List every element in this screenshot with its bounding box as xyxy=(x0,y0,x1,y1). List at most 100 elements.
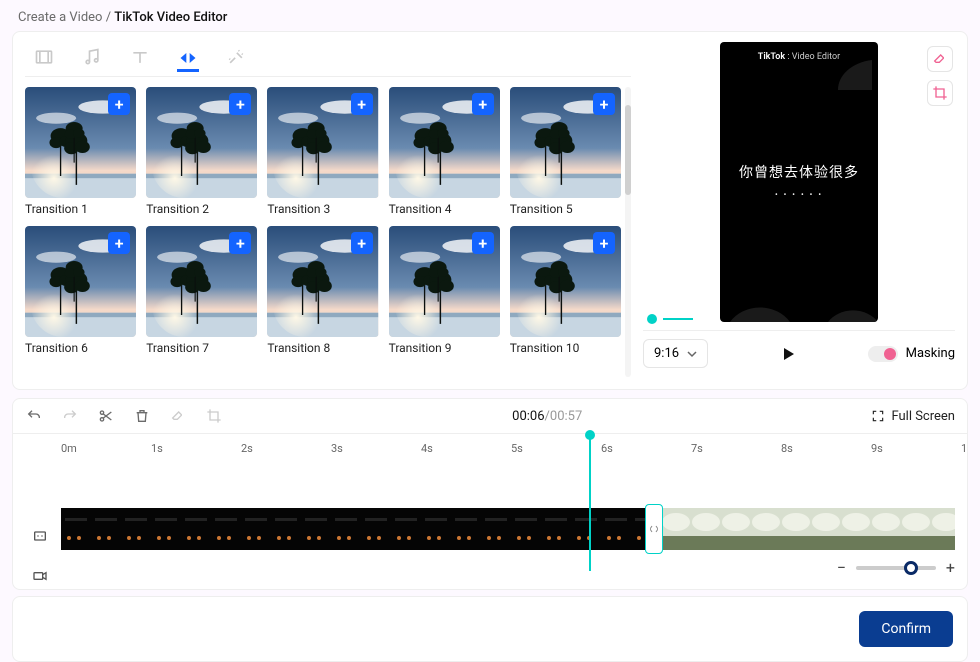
eraser-tool-icon[interactable] xyxy=(927,46,953,72)
transition-tab-icon[interactable] xyxy=(177,50,199,72)
preview-controls: 9:16 Masking xyxy=(643,339,955,368)
preview-area: TikTok : Video Editor 你曾想去体验很多 • • • • •… xyxy=(643,42,955,331)
breadcrumb-current: TikTok Video Editor xyxy=(114,10,227,25)
aspect-ratio-select[interactable]: 9:16 xyxy=(643,339,708,368)
video-track-icon[interactable] xyxy=(25,566,55,586)
transition-thumb[interactable]: + xyxy=(510,87,621,198)
ruler-tick: 6s xyxy=(601,442,691,464)
transition-item: + Transition 8 xyxy=(267,226,378,355)
transition-thumb[interactable]: + xyxy=(146,87,257,198)
add-transition-button[interactable]: + xyxy=(108,232,130,254)
transition-label: Transition 8 xyxy=(267,341,378,355)
preview-canvas[interactable]: TikTok : Video Editor 你曾想去体验很多 • • • • •… xyxy=(720,42,878,322)
transition-item: +Transition 2 xyxy=(146,87,257,216)
ruler-tick: 1s xyxy=(151,442,241,464)
transition-label: Transition 3 xyxy=(267,202,378,216)
text-tab-icon[interactable] xyxy=(129,46,151,68)
ruler-tick: 1 xyxy=(961,442,980,464)
transition-item: +Transition 4 xyxy=(389,87,500,216)
grid-scrollbar[interactable] xyxy=(625,87,631,377)
masking-label: Masking xyxy=(906,346,955,361)
ruler-tick: 5s xyxy=(511,442,601,464)
ruler-tick: 3s xyxy=(331,442,421,464)
confirm-button[interactable]: Confirm xyxy=(859,611,953,647)
transition-label: Transition 7 xyxy=(146,341,257,355)
crop-timeline-icon[interactable] xyxy=(205,407,223,425)
play-button[interactable] xyxy=(718,347,858,361)
music-tab-icon[interactable] xyxy=(81,46,103,68)
timeline-timecode: 00:06/00:57 xyxy=(241,409,853,424)
add-transition-button[interactable]: + xyxy=(593,93,615,115)
zoom-slider[interactable] xyxy=(856,566,936,570)
timeline-toolbar: 00:06/00:57 Full Screen xyxy=(13,399,967,433)
transition-label: Transition 5 xyxy=(510,202,621,216)
editor-main: +Transition 1+Transition 2+Transition 3+… xyxy=(12,31,968,390)
confirm-bar: Confirm xyxy=(12,596,968,662)
zoom-out-icon[interactable]: − xyxy=(837,558,846,577)
transition-thumb[interactable]: + xyxy=(267,226,378,337)
ruler-tick: 0m xyxy=(61,442,151,464)
add-transition-button[interactable]: + xyxy=(229,93,251,115)
asset-panel: +Transition 1+Transition 2+Transition 3+… xyxy=(25,42,631,377)
effects-tab-icon[interactable] xyxy=(225,46,247,68)
transition-thumb[interactable]: + xyxy=(25,226,136,337)
transition-thumb[interactable]: + xyxy=(25,87,136,198)
undo-icon[interactable] xyxy=(25,407,43,425)
video-track[interactable] xyxy=(61,508,955,550)
playhead[interactable] xyxy=(589,434,591,571)
redo-icon[interactable] xyxy=(61,407,79,425)
transition-item: + Transition 7 xyxy=(146,226,257,355)
crop-tool-icon[interactable] xyxy=(927,80,953,106)
fullscreen-button[interactable]: Full Screen xyxy=(871,409,955,424)
transition-thumb[interactable]: + xyxy=(389,87,500,198)
transition-thumb[interactable]: + xyxy=(146,226,257,337)
preview-brand: TikTok : Video Editor xyxy=(758,52,840,62)
preview-panel: TikTok : Video Editor 你曾想去体验很多 • • • • •… xyxy=(643,42,955,377)
ruler-tick: 2s xyxy=(241,442,331,464)
preview-tools xyxy=(927,46,953,106)
video-clip-1[interactable] xyxy=(61,508,661,550)
add-transition-button[interactable]: + xyxy=(351,93,373,115)
delete-icon[interactable] xyxy=(133,407,151,425)
breadcrumb-parent[interactable]: Create a Video xyxy=(18,10,102,25)
ruler-tick: 9s xyxy=(871,442,961,464)
clip-split-handle[interactable] xyxy=(645,504,663,554)
add-transition-button[interactable]: + xyxy=(229,232,251,254)
cut-icon[interactable] xyxy=(97,407,115,425)
captions-track-icon[interactable] xyxy=(25,526,55,546)
transition-thumb[interactable]: + xyxy=(389,226,500,337)
preview-scrubber[interactable] xyxy=(647,314,693,324)
fullscreen-icon xyxy=(871,409,885,423)
transition-label: Transition 1 xyxy=(25,202,136,216)
masking-switch[interactable] xyxy=(868,346,898,362)
video-clip-2[interactable] xyxy=(661,508,955,550)
eraser-icon[interactable] xyxy=(169,407,187,425)
add-transition-button[interactable]: + xyxy=(351,232,373,254)
add-transition-button[interactable]: + xyxy=(472,93,494,115)
transition-label: Transition 6 xyxy=(25,341,136,355)
time-ruler[interactable]: 0m1s2s3s4s5s6s7s8s9s1 xyxy=(25,442,955,464)
transition-item: + Transition 9 xyxy=(389,226,500,355)
transition-label: Transition 10 xyxy=(510,341,621,355)
breadcrumb-sep: / xyxy=(102,10,114,25)
timeline-panel: 00:06/00:57 Full Screen 0m1s2s3s4s5s6s7s… xyxy=(12,398,968,590)
add-transition-button[interactable]: + xyxy=(593,232,615,254)
ruler-tick: 7s xyxy=(691,442,781,464)
transition-grid: +Transition 1+Transition 2+Transition 3+… xyxy=(25,77,631,377)
transition-label: Transition 9 xyxy=(389,341,500,355)
add-transition-button[interactable]: + xyxy=(472,232,494,254)
preview-caption: 你曾想去体验很多 xyxy=(739,162,859,182)
zoom-in-icon[interactable]: + xyxy=(946,558,955,577)
transition-thumb[interactable]: + xyxy=(267,87,378,198)
add-transition-button[interactable]: + xyxy=(108,93,130,115)
video-tab-icon[interactable] xyxy=(33,46,55,68)
transition-thumb[interactable]: + xyxy=(510,226,621,337)
timeline-body: 0m1s2s3s4s5s6s7s8s9s1 Text − + xyxy=(13,433,967,589)
transition-item: + Transition 10 xyxy=(510,226,621,355)
chevron-down-icon xyxy=(687,349,697,359)
transition-item: + Transition 3 xyxy=(267,87,378,216)
grid-scroll-thumb[interactable] xyxy=(625,105,631,195)
transition-item: + Transition 5 xyxy=(510,87,621,216)
play-icon xyxy=(781,347,795,361)
preview-dots: • • • • • • xyxy=(775,190,823,199)
